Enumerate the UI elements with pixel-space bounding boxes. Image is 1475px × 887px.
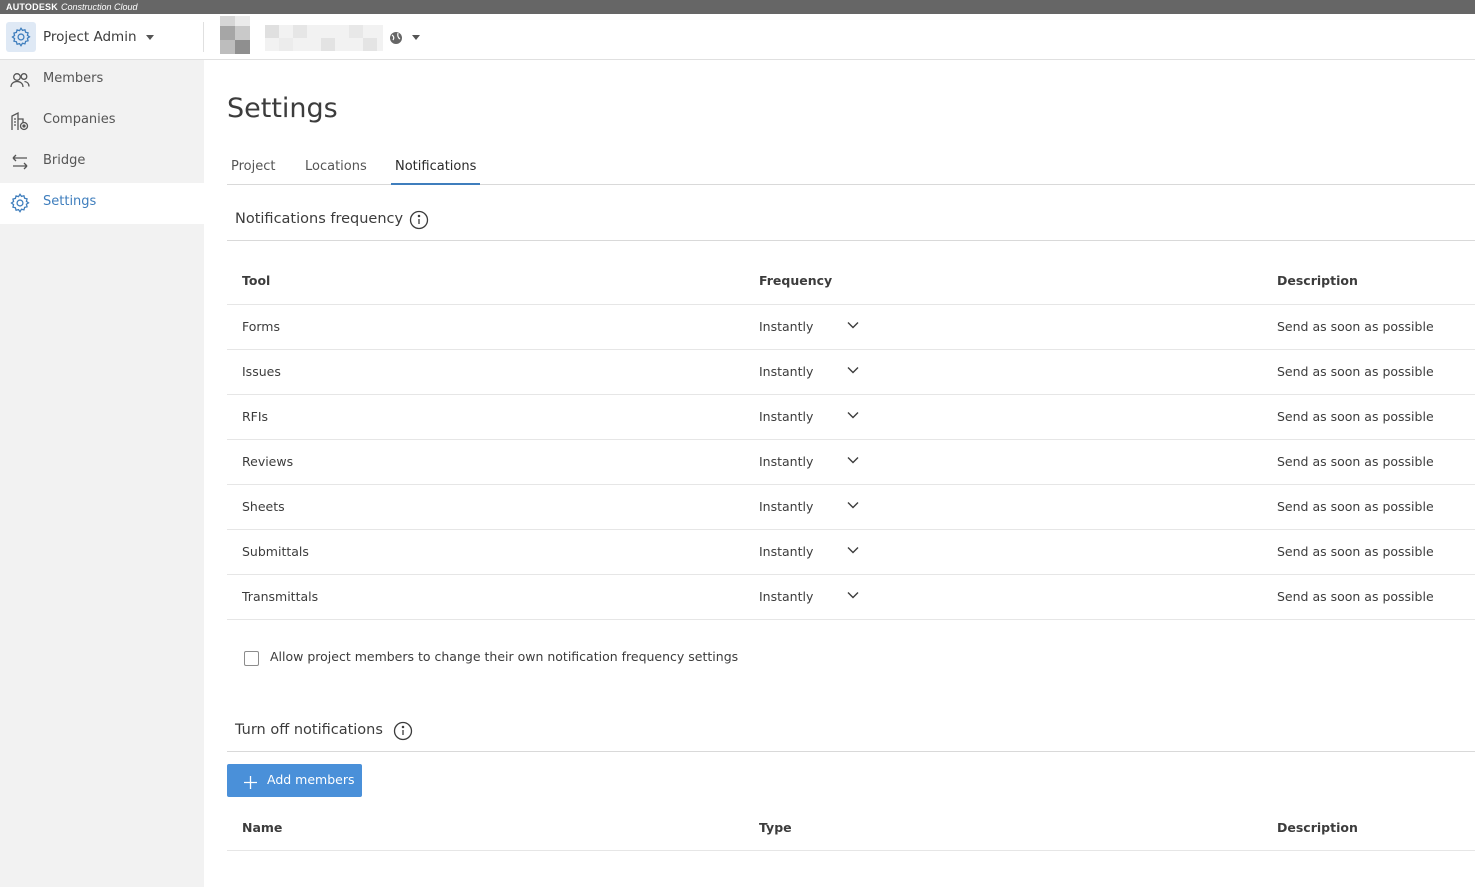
allow-members-label: Allow project members to change their ow…: [270, 649, 739, 664]
tab-locations[interactable]: Locations: [305, 159, 367, 185]
frequency-description: Send as soon as possible: [1277, 589, 1434, 604]
sidebar-item-members[interactable]: Members: [0, 60, 204, 101]
frequency-value[interactable]: Instantly: [759, 589, 813, 604]
chevron-down-icon[interactable]: [847, 591, 859, 599]
column-header-frequency: Frequency: [759, 273, 833, 288]
module-name: Project Admin: [43, 29, 137, 45]
tool-name: Submittals: [242, 544, 309, 559]
table-row: Transmittals Instantly Send as soon as pos…: [227, 574, 1475, 619]
sidebar-item-label: Settings: [43, 194, 97, 209]
section-title: Notifications frequency: [235, 211, 404, 227]
tool-name: Transmittals: [242, 589, 319, 604]
tool-name: Forms: [242, 319, 281, 334]
frequency-value[interactable]: Instantly: [759, 319, 813, 334]
table-divider: [227, 850, 1475, 851]
bridge-icon: [9, 151, 31, 173]
frequency-value[interactable]: Instantly: [759, 499, 813, 514]
chevron-down-icon[interactable]: [847, 366, 859, 374]
table-row: Submittals Instantly Send as soon as possi…: [227, 529, 1475, 574]
column-header-description: Description: [1277, 820, 1358, 835]
sidebar: Members Companies Bridge Settings: [0, 60, 204, 887]
globe-icon: [389, 30, 403, 44]
gear-icon: [6, 22, 36, 52]
project-thumbnail[interactable]: [220, 16, 250, 54]
plus-icon: [244, 774, 257, 789]
project-chevron-down-icon[interactable]: [412, 35, 420, 40]
table-row: Reviews Instantly Send as soon as possible: [227, 439, 1475, 484]
tool-name: Sheets: [242, 499, 285, 514]
sidebar-item-label: Companies: [43, 112, 116, 127]
frequency-value[interactable]: Instantly: [759, 364, 813, 379]
tab-project[interactable]: Project: [231, 159, 275, 185]
table-row: RFIs Instantly Send as soon as possible: [227, 394, 1475, 439]
brand-name: AUTODESK: [6, 2, 58, 12]
column-header-tool: Tool: [242, 273, 271, 288]
chevron-down-icon[interactable]: [847, 546, 859, 554]
sidebar-item-label: Members: [43, 71, 104, 86]
frequency-value[interactable]: Instantly: [759, 544, 813, 559]
frequency-description: Send as soon as possible: [1277, 454, 1434, 469]
page-title: Settings: [227, 93, 338, 124]
table-divider: [227, 619, 1475, 620]
section-title: Turn off notifications: [235, 722, 383, 738]
app-header: Project Admin: [0, 14, 1475, 60]
sidebar-item-bridge[interactable]: Bridge: [0, 142, 204, 183]
chevron-down-icon[interactable]: [847, 501, 859, 509]
companies-icon: [9, 110, 31, 132]
product-name: Construction Cloud: [60, 2, 138, 12]
table-row: Sheets Instantly Send as soon as possible: [227, 484, 1475, 529]
project-name-redacted[interactable]: [265, 25, 383, 51]
frequency-description: Send as soon as possible: [1277, 544, 1434, 559]
tool-name: Issues: [242, 364, 281, 379]
column-header-type: Type: [759, 820, 792, 835]
column-header-name: Name: [242, 820, 283, 835]
turn-off-notifications-header: Turn off notifications: [227, 712, 1475, 752]
brand-bar: AUTODESK Construction Cloud: [0, 0, 1475, 14]
chevron-down-icon[interactable]: [847, 321, 859, 329]
members-icon: [9, 69, 31, 91]
table-row: Forms Instantly Send as soon as possible: [227, 304, 1475, 349]
tab-notifications[interactable]: Notifications: [391, 159, 481, 185]
notifications-frequency-header: Notifications frequency: [227, 201, 1475, 241]
frequency-description: Send as soon as possible: [1277, 364, 1434, 379]
frequency-description: Send as soon as possible: [1277, 409, 1434, 424]
chevron-down-icon[interactable]: [847, 411, 859, 419]
chevron-down-icon: [145, 34, 154, 40]
module-switcher[interactable]: Project Admin: [0, 14, 204, 60]
tool-name: RFIs: [242, 409, 269, 424]
frequency-description: Send as soon as possible: [1277, 499, 1434, 514]
frequency-value[interactable]: Instantly: [759, 454, 813, 469]
sidebar-item-label: Bridge: [43, 153, 86, 168]
info-icon[interactable]: [409, 210, 429, 230]
frequency-value[interactable]: Instantly: [759, 409, 813, 424]
allow-members-checkbox[interactable]: [244, 651, 259, 666]
info-icon[interactable]: [393, 721, 413, 741]
header-divider: [203, 22, 204, 52]
tab-bar: Project Locations Notifications: [227, 156, 1475, 185]
sidebar-item-settings[interactable]: Settings: [0, 183, 204, 224]
add-members-button[interactable]: Add members: [227, 764, 362, 797]
column-header-description: Description: [1277, 273, 1358, 288]
gear-icon: [9, 192, 31, 214]
chevron-down-icon[interactable]: [847, 456, 859, 464]
table-row: Issues Instantly Send as soon as possible: [227, 349, 1475, 394]
frequency-description: Send as soon as possible: [1277, 319, 1434, 334]
add-members-label: Add members: [267, 772, 355, 787]
tool-name: Reviews: [242, 454, 294, 469]
sidebar-item-companies[interactable]: Companies: [0, 101, 204, 142]
